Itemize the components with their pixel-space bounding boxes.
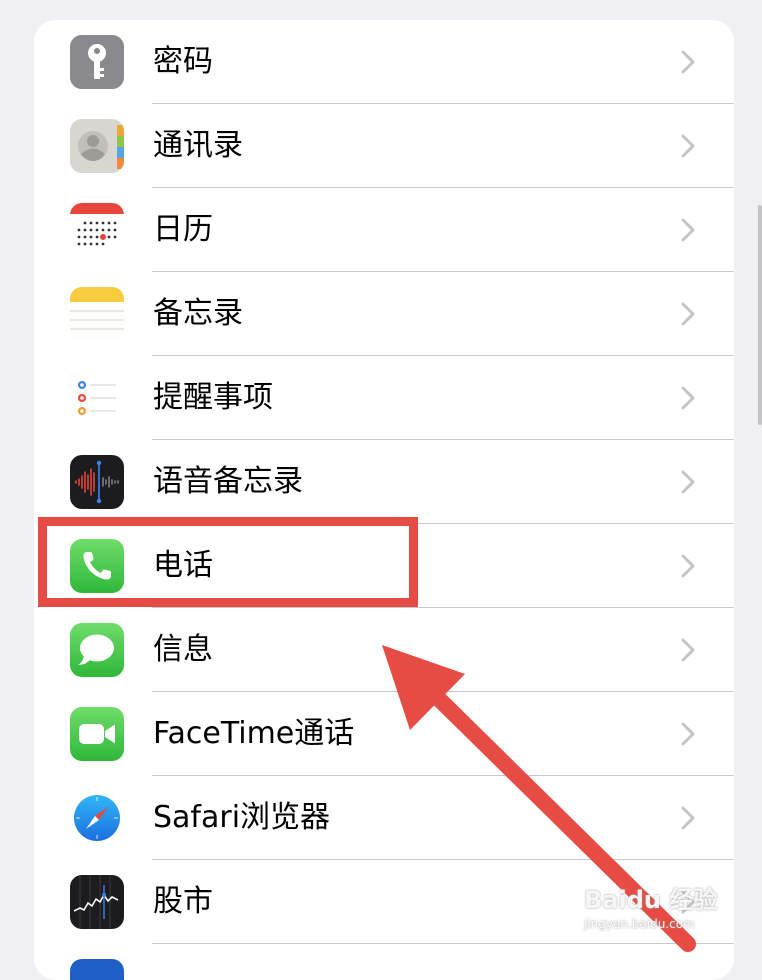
messages-icon (70, 623, 124, 677)
chevron-right-icon (681, 554, 695, 578)
row-label: 提醒事项 (153, 380, 273, 415)
watermark-url: jingyan.baidu.com (584, 917, 695, 931)
contacts-icon (70, 119, 124, 173)
chevron-right-icon (681, 302, 695, 326)
safari-icon (70, 791, 124, 845)
settings-row-safari[interactable]: Safari浏览器 (34, 776, 734, 860)
chevron-right-icon (681, 470, 695, 494)
stocks-icon (70, 875, 124, 929)
facetime-icon (70, 707, 124, 761)
key-icon (70, 35, 124, 89)
chevron-right-icon (681, 218, 695, 242)
row-label: 股市 (153, 884, 213, 919)
settings-list: 密码 通讯录 日历 备忘录 提醒事项 语音备忘录 电话 信息 FaceTime通… (34, 20, 734, 980)
chevron-right-icon (681, 386, 695, 410)
chevron-right-icon (681, 134, 695, 158)
watermark-logo: Baidu 经验 (584, 886, 718, 914)
row-label: 通讯录 (153, 128, 243, 163)
settings-row-partial[interactable] (34, 944, 734, 980)
row-label: FaceTime通话 (153, 716, 355, 751)
row-label: 语音备忘录 (153, 464, 303, 499)
settings-row-facetime[interactable]: FaceTime通话 (34, 692, 734, 776)
row-label: 备忘录 (153, 296, 243, 331)
row-label: Safari浏览器 (153, 800, 331, 835)
chevron-right-icon (681, 722, 695, 746)
calendar-icon (70, 203, 124, 257)
settings-row-messages[interactable]: 信息 (34, 608, 734, 692)
row-label: 日历 (153, 212, 213, 247)
row-label: 密码 (153, 44, 213, 79)
app-icon (70, 959, 124, 980)
settings-row-notes[interactable]: 备忘录 (34, 272, 734, 356)
watermark: Baidu 经验 jingyan.baidu.com (584, 880, 734, 940)
settings-row-passwords[interactable]: 密码 (34, 20, 734, 104)
chevron-right-icon (681, 638, 695, 662)
reminders-icon (70, 371, 124, 425)
scrollbar[interactable] (758, 205, 762, 425)
notes-icon (70, 287, 124, 341)
settings-row-voice-memos[interactable]: 语音备忘录 (34, 440, 734, 524)
settings-row-reminders[interactable]: 提醒事项 (34, 356, 734, 440)
chevron-right-icon (681, 806, 695, 830)
settings-row-calendar[interactable]: 日历 (34, 188, 734, 272)
settings-row-contacts[interactable]: 通讯录 (34, 104, 734, 188)
row-label: 信息 (153, 632, 213, 667)
highlight-box (38, 517, 418, 607)
voice-memos-icon (70, 455, 124, 509)
chevron-right-icon (681, 50, 695, 74)
